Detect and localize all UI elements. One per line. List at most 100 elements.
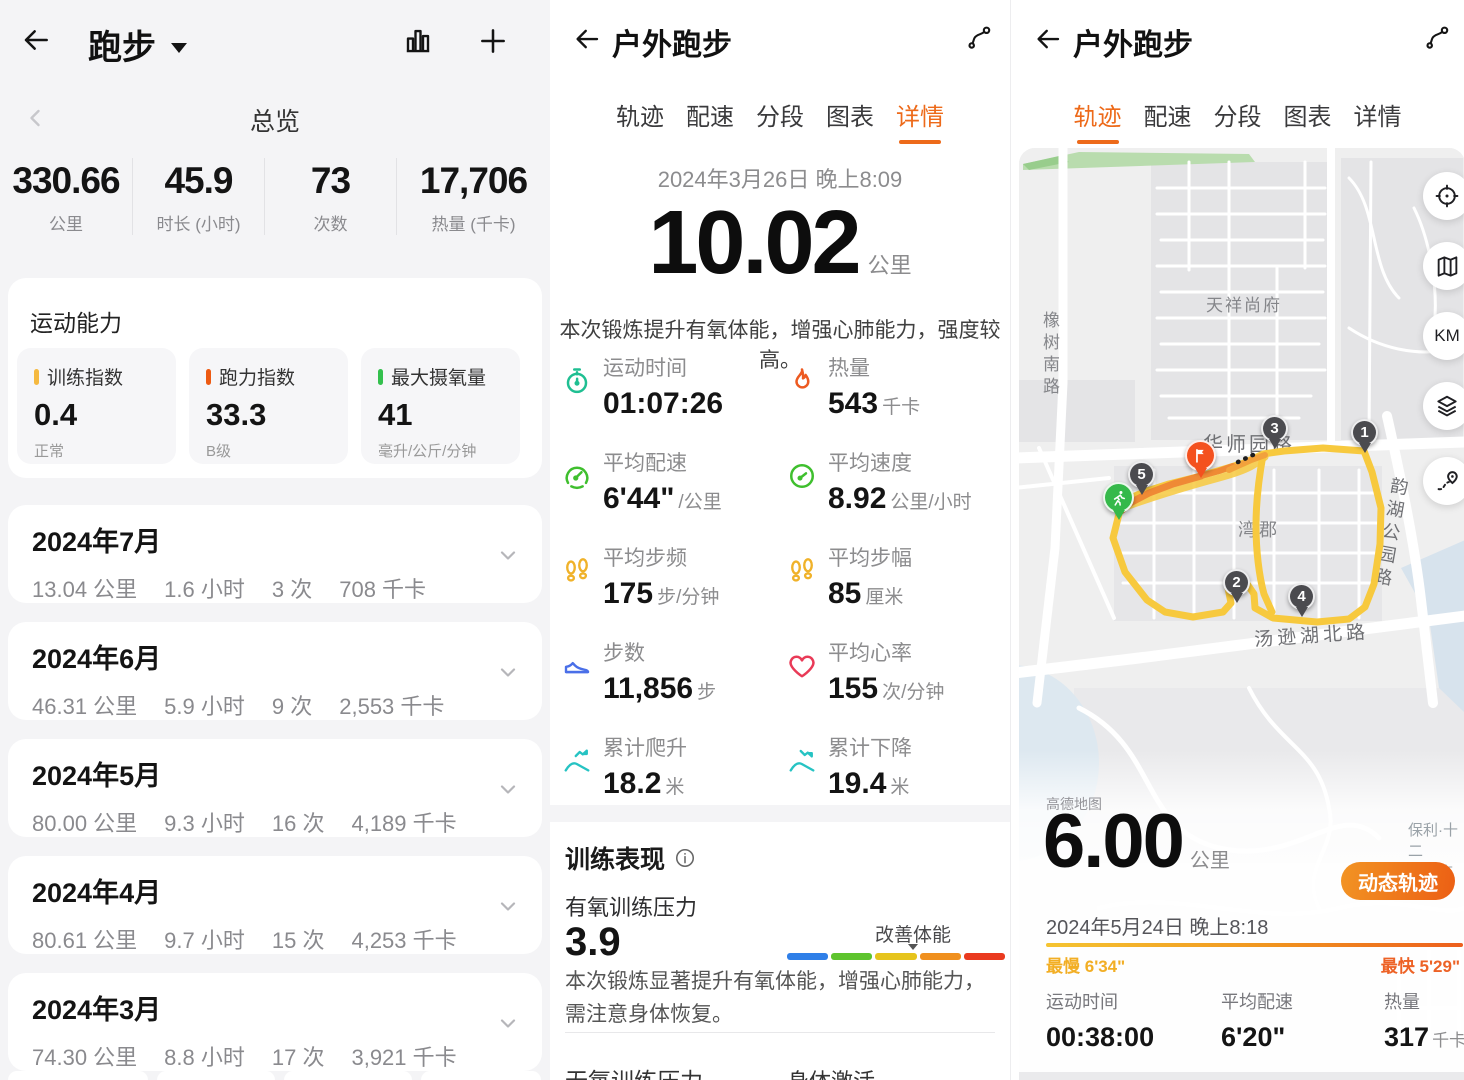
add-workout-icon[interactable] <box>477 25 509 57</box>
tab-bar: 轨迹 配速 分段 图表 详情 <box>1011 97 1464 144</box>
month-card-june[interactable]: 2024年6月 46.31 公里5.9 小时9 次2,553 千卡 <box>8 622 542 720</box>
info-icon[interactable] <box>674 847 696 869</box>
aerobic-stress-scale: 改善体能 <box>787 920 1005 962</box>
chevron-down-icon[interactable] <box>496 1011 520 1035</box>
sport-type-dropdown[interactable]: 跑步 <box>88 20 187 69</box>
dynamic-track-button[interactable]: 动态轨迹 <box>1341 862 1455 900</box>
tab-bar: 轨迹 配速 分段 图表 详情 <box>550 97 1010 144</box>
ability-title: 运动能力 <box>30 304 520 338</box>
color-bar <box>206 369 211 385</box>
stat-stride: 平均步幅85厘米 <box>787 540 999 635</box>
locate-control[interactable] <box>1423 172 1464 220</box>
distance-unit: 公里 <box>1190 850 1230 872</box>
back-arrow-icon[interactable] <box>572 24 602 54</box>
heart-icon <box>787 651 817 681</box>
tab-splits[interactable]: 分段 <box>1214 97 1262 144</box>
km-marker-1: 1 <box>1351 419 1378 453</box>
distance-hero: 10.02公里 <box>550 192 1010 295</box>
workout-track-screen: 户外跑步 轨迹 配速 分段 图表 详情 <box>1010 0 1464 1080</box>
tab-track[interactable]: 轨迹 <box>616 97 664 144</box>
month-card-april[interactable]: 2024年4月 80.61 公里9.7 小时15 次4,253 千卡 <box>8 856 542 954</box>
stat-calories: 热量543千卡 <box>787 350 999 445</box>
performance-title: 训练表现 <box>565 840 665 876</box>
start-runner-marker <box>1103 482 1134 520</box>
shoe-icon <box>562 651 592 681</box>
month-card-march[interactable]: 2024年3月 74.30 公里8.8 小时17 次3,921 千卡 <box>8 973 542 1071</box>
statistics-chart-icon[interactable] <box>403 26 433 56</box>
tab-splits[interactable]: 分段 <box>756 97 804 144</box>
tab-charts[interactable]: 图表 <box>826 97 874 144</box>
chevron-down-icon[interactable] <box>496 894 520 918</box>
scale-segment <box>964 953 1005 960</box>
layers-control[interactable] <box>1423 382 1464 430</box>
workout-date: 2024年5月24日 晚上8:18 <box>1046 911 1268 940</box>
workout-detail-screen: 户外跑步 轨迹 配速 分段 图表 详情 2024年3月26日 晚上8:09 10… <box>550 0 1010 1080</box>
aerobic-description: 本次锻炼显著提升有氧体能，增强心肺能力，需注意身体恢复。 <box>565 966 999 1031</box>
month-card-may[interactable]: 2024年5月 80.00 公里9.3 小时16 次4,189 千卡 <box>8 739 542 837</box>
mountain-up-icon <box>562 746 592 776</box>
aerobic-stress-label: 有氧训练压力 <box>565 890 697 922</box>
scale-pointer-icon <box>908 944 918 950</box>
stat-duration: 运动时间01:07:26 <box>562 350 787 445</box>
panel-stat-pace: 平均配速 6'20" <box>1221 988 1293 1053</box>
stat-heart-rate: 平均心率155次/分钟 <box>787 635 999 730</box>
color-bar <box>34 369 39 385</box>
running-overview-screen: 跑步 总览 330.66公里 45.9时长 (小时) 7 <box>0 0 550 1080</box>
scale-segment <box>787 953 828 960</box>
stat-avg-speed: 平均速度8.92公里/小时 <box>787 445 999 540</box>
running-power-card[interactable]: 跑力指数 33.3 B级 <box>189 348 348 464</box>
share-route-icon[interactable] <box>966 24 994 52</box>
scale-segment <box>875 953 916 960</box>
app: 跑步 总览 330.66公里 45.9时长 (小时) 7 <box>0 0 1464 1080</box>
tab-track[interactable]: 轨迹 <box>1074 97 1122 144</box>
footprints-icon <box>562 556 592 586</box>
chevron-down-icon[interactable] <box>496 777 520 801</box>
stat-steps: 步数11,856步 <box>562 635 787 730</box>
tab-details[interactable]: 详情 <box>1354 97 1402 144</box>
chevron-down-icon[interactable] <box>496 660 520 684</box>
next-cards-peek <box>8 1071 541 1080</box>
speedometer-icon <box>787 461 817 491</box>
slowest-pace: 最慢 6'34" <box>1046 952 1125 977</box>
aerobic-stress-value: 3.9 <box>565 920 621 965</box>
total-calories: 17,706热量 (千卡) <box>396 158 550 235</box>
km-marker-4: 4 <box>1288 583 1315 617</box>
totals-row: 330.66公里 45.9时长 (小时) 73次数 17,706热量 (千卡) <box>0 158 550 235</box>
panel-stat-calories: 热量 317千卡 <box>1384 988 1464 1053</box>
route-map[interactable]: 天祥尚府 橡树南路 华师园路 湾郡 韵湖公园路 汤逊湖北路 3 1 5 <box>1019 148 1464 1080</box>
chevron-left-icon[interactable] <box>24 106 48 130</box>
tab-pace[interactable]: 配速 <box>1144 97 1192 144</box>
vo2max-card[interactable]: 最大摄氧量 41 毫升/公斤/分钟 <box>361 348 520 464</box>
total-distance: 330.66公里 <box>0 158 132 235</box>
tab-charts[interactable]: 图表 <box>1284 97 1332 144</box>
month-card-july[interactable]: 2024年7月 13.04 公里1.6 小时3 次708 千卡 <box>8 505 542 603</box>
chevron-down-icon[interactable] <box>496 543 520 567</box>
route-overview-control[interactable] <box>1423 457 1464 505</box>
training-index-card[interactable]: 训练指数 0.4 正常 <box>17 348 176 464</box>
back-arrow-icon[interactable] <box>1033 24 1063 54</box>
tab-details[interactable]: 详情 <box>896 97 944 144</box>
pace-gauge-icon <box>562 461 592 491</box>
color-bar <box>378 369 383 385</box>
scale-segment <box>831 953 872 960</box>
exercise-ability-card: 运动能力 训练指数 0.4 正常 跑力指数 33.3 B级 最大摄氧量 <box>8 278 542 478</box>
scale-segment <box>920 953 961 960</box>
header: 跑步 <box>0 0 550 80</box>
screen-title: 户外跑步 <box>1073 20 1193 64</box>
screen-title: 户外跑步 <box>612 20 732 64</box>
overview-title: 总览 <box>0 102 550 138</box>
share-route-icon[interactable] <box>1424 24 1452 52</box>
tab-pace[interactable]: 配速 <box>686 97 734 144</box>
overview-row: 总览 <box>0 102 550 136</box>
finish-flag-marker <box>1185 440 1216 478</box>
total-count: 73次数 <box>264 158 396 235</box>
map-style-control[interactable] <box>1423 242 1464 290</box>
km-marker-3: 3 <box>1261 415 1288 449</box>
km-markers-control[interactable]: KM <box>1423 312 1464 360</box>
total-duration: 45.9时长 (小时) <box>132 158 264 235</box>
back-arrow-icon[interactable] <box>20 24 52 56</box>
stats-grid: 运动时间01:07:26 热量543千卡 平均配速6'44"/公里 平均速度8.… <box>562 350 999 825</box>
next-section-peek <box>1019 1072 1464 1080</box>
page-title: 跑步 <box>88 20 156 69</box>
stopwatch-icon <box>562 366 592 396</box>
